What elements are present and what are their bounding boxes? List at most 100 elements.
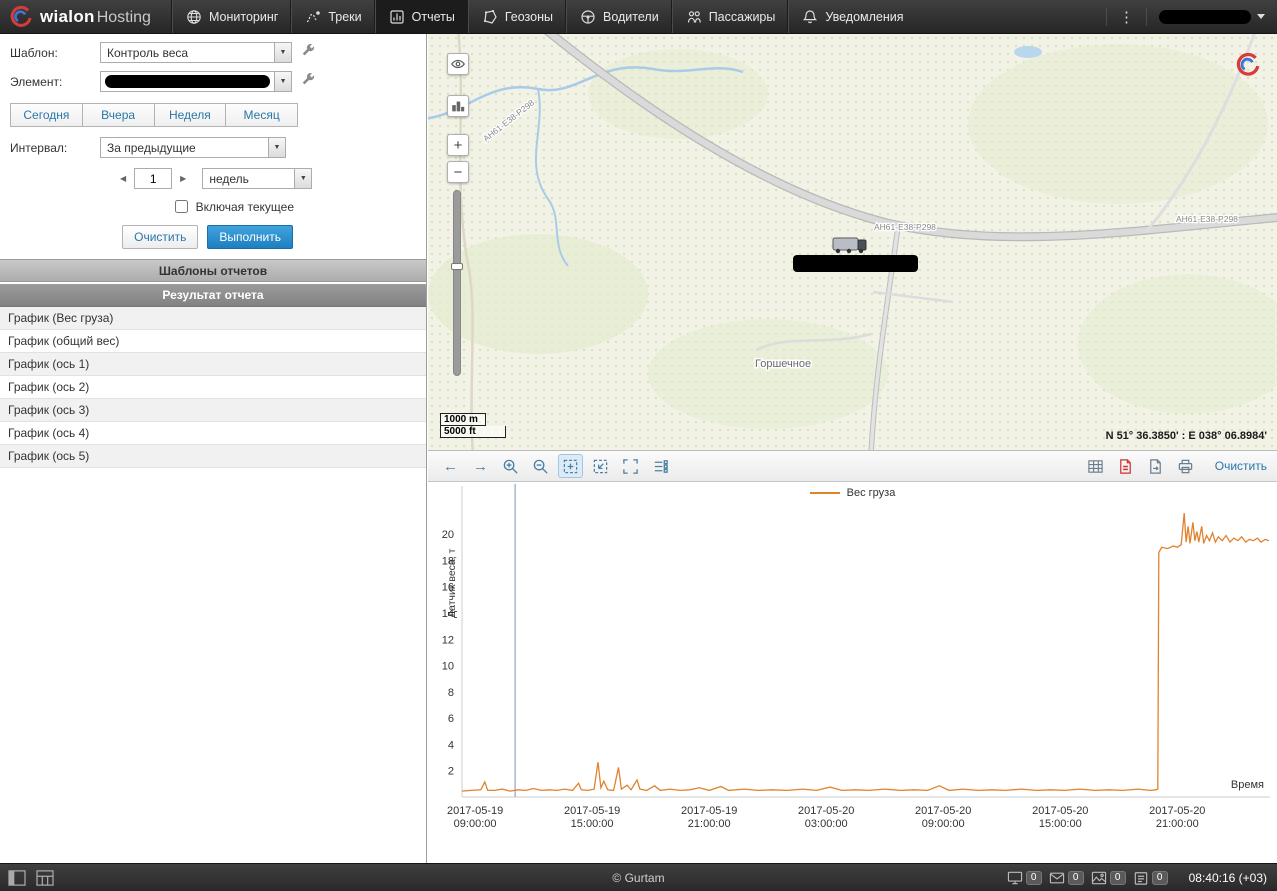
interval-increment-icon[interactable]: ▶ — [178, 172, 188, 185]
legend-toggle-button[interactable] — [648, 454, 673, 478]
counter-badge: 0 — [1068, 871, 1084, 885]
svg-text:6: 6 — [448, 713, 454, 725]
visibility-eye-button[interactable] — [447, 53, 469, 75]
top-navigation-bar: wialonHosting Мониторинг Треки Отчеты Ге… — [0, 0, 1277, 34]
toggle-bottom-panel-button[interactable] — [36, 870, 54, 886]
template-settings-wrench-icon[interactable] — [301, 44, 315, 61]
tab-yesterday[interactable]: Вчера — [83, 103, 155, 127]
list-item[interactable]: График (ось 3) — [0, 399, 426, 422]
pan-right-button[interactable]: → — [468, 454, 493, 478]
counter-badge: 0 — [1152, 871, 1168, 885]
svg-text:09:00:00: 09:00:00 — [454, 818, 497, 830]
nav-item-geofences[interactable]: Геозоны — [468, 0, 566, 33]
user-menu-caret-icon[interactable] — [1257, 14, 1265, 19]
road-label: АН61-Е38-Р298 — [874, 222, 936, 232]
town-label: Горшечное — [755, 358, 811, 370]
svg-text:Время: Время — [1231, 779, 1264, 791]
globe-icon — [186, 9, 202, 25]
toggle-left-panel-button[interactable] — [8, 870, 26, 886]
overflow-menu-button[interactable]: ⋮ — [1106, 8, 1147, 26]
table-view-button[interactable] — [1083, 454, 1108, 478]
zoom-in-chart-button[interactable] — [498, 454, 523, 478]
unit-label-redacted — [793, 255, 918, 272]
table-icon — [1087, 458, 1104, 475]
tab-month[interactable]: Месяц — [226, 103, 298, 127]
nav-label: Пассажиры — [709, 10, 776, 24]
messages-counter[interactable]: 0 — [1049, 871, 1084, 885]
unit-select[interactable]: ▼ — [100, 71, 292, 92]
svg-text:2017-05-19: 2017-05-19 — [447, 805, 503, 817]
y-axis-title: Датчик веса, т — [446, 528, 458, 618]
zoom-to-selection-button[interactable] — [588, 454, 613, 478]
unit-settings-wrench-icon[interactable] — [301, 73, 315, 90]
pan-left-button[interactable]: ← — [438, 454, 463, 478]
chevron-down-icon: ▼ — [274, 43, 291, 62]
nav-item-tracks[interactable]: Треки — [291, 0, 374, 33]
zoom-in-button[interactable]: + — [447, 134, 469, 156]
list-item[interactable]: График (ось 5) — [0, 445, 426, 468]
media-counter[interactable]: 0 — [1091, 871, 1126, 885]
zoom-slider-handle[interactable] — [451, 263, 463, 270]
user-name-redacted[interactable] — [1159, 10, 1251, 24]
list-item[interactable]: График (общий вес) — [0, 330, 426, 353]
legend-series-label: Вес груза — [847, 487, 896, 499]
export-file-button[interactable] — [1143, 454, 1168, 478]
map-layers-button[interactable] — [447, 95, 469, 117]
chart-panel[interactable]: 24681012141618202017-05-1909:00:002017-0… — [428, 482, 1277, 863]
report-templates-section-header[interactable]: Шаблоны отчетов — [0, 259, 426, 282]
svg-text:2017-05-19: 2017-05-19 — [681, 805, 737, 817]
clear-button[interactable]: Очистить — [122, 225, 198, 249]
expand-arrows-icon — [622, 458, 639, 475]
interval-decrement-icon[interactable]: ◀ — [118, 172, 128, 185]
bell-icon — [802, 9, 818, 25]
legend-line-swatch — [810, 492, 840, 494]
template-select[interactable]: Контроль веса ▼ — [100, 42, 292, 63]
interval-count-input[interactable] — [134, 168, 172, 189]
print-button[interactable] — [1173, 454, 1198, 478]
tab-today[interactable]: Сегодня — [10, 103, 83, 127]
unit-truck-icon[interactable] — [833, 238, 866, 253]
list-item[interactable]: График (Вес груза) — [0, 307, 426, 330]
magnifier-minus-icon — [532, 458, 549, 475]
list-item[interactable]: График (ось 1) — [0, 353, 426, 376]
nav-item-monitoring[interactable]: Мониторинг — [172, 0, 291, 33]
interval-unit-select[interactable]: недель ▼ — [202, 168, 312, 189]
include-current-checkbox[interactable] — [175, 200, 188, 213]
zoom-out-chart-button[interactable] — [528, 454, 553, 478]
export-pdf-button[interactable] — [1113, 454, 1138, 478]
jobs-counter[interactable]: 0 — [1133, 871, 1168, 885]
zoom-out-button[interactable]: − — [447, 161, 469, 183]
list-item[interactable]: График (ось 2) — [0, 376, 426, 399]
nav-item-passengers[interactable]: Пассажиры — [672, 0, 789, 33]
legend-list-icon — [652, 458, 669, 475]
nav-item-drivers[interactable]: Водители — [566, 0, 672, 33]
fit-chart-button[interactable] — [618, 454, 643, 478]
svg-text:2017-05-19: 2017-05-19 — [564, 805, 620, 817]
reports-icon — [389, 9, 405, 25]
geofence-icon — [482, 9, 498, 25]
interval-label: Интервал: — [10, 141, 100, 155]
nav-label: Треки — [328, 10, 361, 24]
nav-label: Геозоны — [505, 10, 553, 24]
monitor-counter[interactable]: 0 — [1007, 871, 1042, 885]
zoom-slider[interactable] — [453, 190, 461, 376]
pdf-file-icon — [1117, 458, 1134, 475]
svg-text:12: 12 — [442, 634, 454, 646]
clipboard-icon — [1133, 871, 1149, 885]
nav-item-reports[interactable]: Отчеты — [375, 0, 468, 33]
chart-clear-button[interactable]: Очистить — [1215, 459, 1267, 473]
list-item[interactable]: График (ось 4) — [0, 422, 426, 445]
tracks-icon — [305, 9, 321, 25]
map-panel[interactable]: АН61-Е38-Р298 АН61-Е38-Р298 АН61-Е38-Р29… — [428, 34, 1277, 450]
tab-week[interactable]: Неделя — [155, 103, 227, 127]
report-result-section-header[interactable]: Результат отчета — [0, 284, 426, 307]
report-result-list: График (Вес груза) График (общий вес) Гр… — [0, 307, 426, 468]
unit-label: Элемент: — [10, 75, 100, 89]
interval-type-select[interactable]: За предыдущие ▼ — [100, 137, 286, 158]
steering-wheel-icon — [580, 9, 596, 25]
svg-text:2017-05-20: 2017-05-20 — [915, 805, 971, 817]
monitor-icon — [1007, 871, 1023, 885]
area-select-tool-button[interactable] — [558, 454, 583, 478]
nav-item-notifications[interactable]: Уведомления — [788, 0, 916, 33]
execute-button[interactable]: Выполнить — [207, 225, 293, 249]
